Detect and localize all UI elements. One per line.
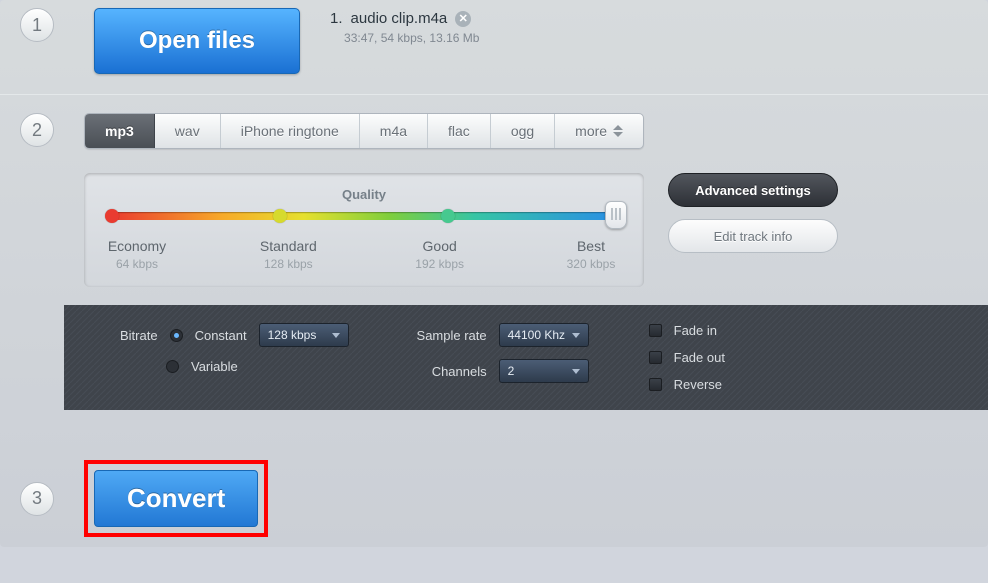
quality-value-best: 320 kbps — [556, 257, 626, 271]
step-1-badge: 1 — [20, 8, 54, 42]
quality-panel: Quality Economy64 kbps Standard128 kbps … — [84, 173, 644, 287]
bitrate-constant-label: Constant — [195, 328, 247, 343]
quality-title: Quality — [112, 187, 616, 202]
sample-rate-value: 44100 Khz — [508, 328, 565, 342]
highlight-box: Convert — [84, 460, 268, 537]
chevron-updown-icon — [613, 125, 623, 137]
sample-rate-label: Sample rate — [409, 328, 487, 343]
quality-thumb[interactable] — [605, 201, 627, 229]
file-entry: 1. audio clip.m4a ✕ — [330, 10, 479, 27]
bitrate-select[interactable]: 128 kbps — [259, 323, 349, 347]
format-tabs: mp3 wav iPhone ringtone m4a flac ogg mor… — [84, 113, 644, 149]
quality-value-standard: 128 kbps — [253, 257, 323, 271]
file-index: 1. — [330, 10, 343, 27]
channels-value: 2 — [508, 364, 515, 378]
tab-iphone-ringtone[interactable]: iPhone ringtone — [221, 114, 360, 148]
bitrate-variable-radio[interactable] — [166, 360, 179, 373]
caret-down-icon — [572, 369, 580, 374]
step-2-badge: 2 — [20, 113, 54, 147]
channels-label: Channels — [409, 364, 487, 379]
bitrate-variable-label: Variable — [191, 359, 238, 374]
file-name: audio clip.m4a — [351, 10, 448, 27]
tab-wav[interactable]: wav — [155, 114, 221, 148]
convert-button[interactable]: Convert — [94, 470, 258, 527]
advanced-settings-button[interactable]: Advanced settings — [668, 173, 838, 207]
bitrate-constant-radio[interactable] — [170, 329, 183, 342]
fade-out-checkbox[interactable] — [649, 351, 662, 364]
edit-track-info-button[interactable]: Edit track info — [668, 219, 838, 253]
tab-more[interactable]: more — [555, 114, 643, 148]
tab-more-label: more — [575, 123, 607, 139]
fade-out-label: Fade out — [674, 350, 725, 365]
advanced-panel: Bitrate Constant 128 kbps Variable Sampl… — [64, 305, 988, 410]
fade-in-checkbox[interactable] — [649, 324, 662, 337]
file-meta: 33:47, 54 kbps, 13.16 Mb — [344, 31, 479, 45]
reverse-label: Reverse — [674, 377, 722, 392]
quality-tick-economy — [105, 209, 119, 223]
bitrate-select-value: 128 kbps — [268, 328, 317, 342]
tab-ogg[interactable]: ogg — [491, 114, 555, 148]
tab-mp3[interactable]: mp3 — [85, 114, 155, 148]
quality-value-good: 192 kbps — [405, 257, 475, 271]
bitrate-label: Bitrate — [120, 328, 158, 343]
tab-m4a[interactable]: m4a — [360, 114, 428, 148]
quality-label-best: Best — [556, 238, 626, 254]
caret-down-icon — [332, 333, 340, 338]
quality-value-economy: 64 kbps — [102, 257, 172, 271]
quality-label-standard: Standard — [253, 238, 323, 254]
quality-label-good: Good — [405, 238, 475, 254]
tab-flac[interactable]: flac — [428, 114, 491, 148]
fade-in-label: Fade in — [674, 323, 717, 338]
open-files-button[interactable]: Open files — [94, 8, 300, 74]
quality-label-economy: Economy — [102, 238, 172, 254]
channels-select[interactable]: 2 — [499, 359, 589, 383]
quality-tick-good — [441, 209, 455, 223]
remove-file-icon[interactable]: ✕ — [455, 11, 471, 27]
quality-tick-standard — [273, 209, 287, 223]
caret-down-icon — [572, 333, 580, 338]
sample-rate-select[interactable]: 44100 Khz — [499, 323, 589, 347]
reverse-checkbox[interactable] — [649, 378, 662, 391]
step-3-badge: 3 — [20, 482, 54, 516]
quality-slider[interactable] — [112, 212, 616, 220]
